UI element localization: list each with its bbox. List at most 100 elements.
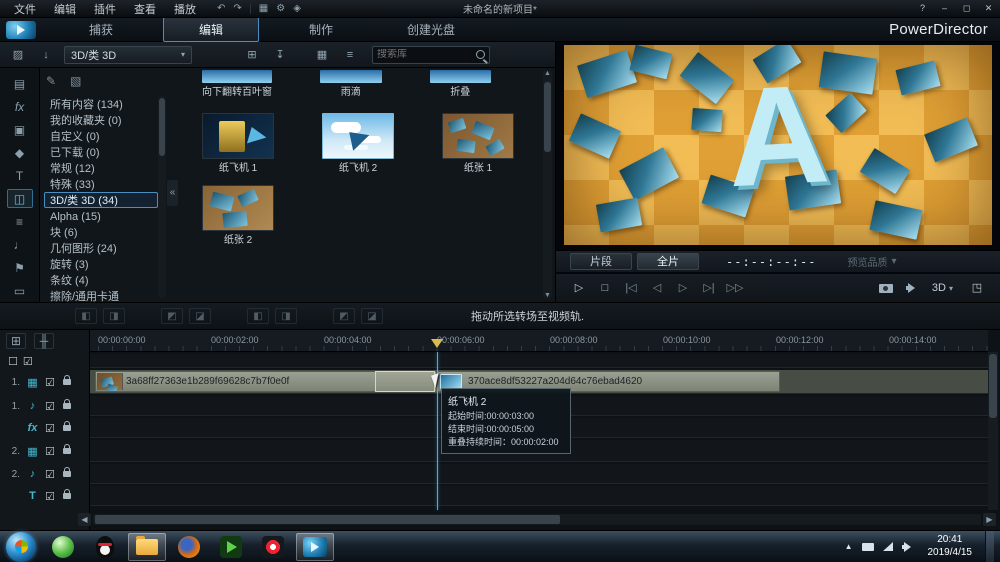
effect-room-icon[interactable]: fx	[7, 97, 33, 116]
lock-icon[interactable]	[62, 444, 71, 454]
title-room-icon[interactable]: T	[7, 166, 33, 185]
grid-view-icon[interactable]: ▦	[312, 47, 332, 63]
taskbar-explorer-icon[interactable]	[128, 532, 166, 561]
lock-icon[interactable]	[62, 399, 71, 409]
transition-item[interactable]: 向下翻转百叶窗	[202, 70, 272, 99]
apply-random-icon[interactable]: ◨	[275, 308, 297, 324]
fast-forward-button[interactable]: ▷▷	[724, 279, 746, 298]
clip-mode-button[interactable]: 片段	[570, 253, 632, 270]
track-manager-icon[interactable]: ⊞	[6, 333, 26, 349]
import-file-icon[interactable]: ↧	[270, 47, 290, 63]
scroll-up-icon[interactable]: ▲	[544, 70, 551, 77]
3d-mode-dropdown[interactable]: 3D ▾	[932, 282, 953, 294]
tray-volume-icon[interactable]	[901, 541, 915, 552]
overlap-transition-icon[interactable]: ◨	[103, 308, 125, 324]
tab-capture[interactable]: 捕获	[53, 18, 149, 41]
taskbar-browser-icon[interactable]	[44, 533, 82, 561]
next-clip-button[interactable]: ▷|	[698, 279, 720, 298]
select-all-checkbox[interactable]: ☐	[8, 355, 18, 368]
undock-window-icon[interactable]: ◳	[966, 279, 988, 298]
menu-plugins[interactable]: 插件	[85, 0, 125, 18]
scroll-right-icon[interactable]: ▶	[983, 513, 996, 526]
audio-track2-lane[interactable]	[90, 464, 988, 484]
voiceover-room-icon[interactable]: ♩	[7, 235, 33, 254]
timeline-ruler[interactable]: 00:00:00:00 00:00:02:00 00:00:04:00 00:0…	[90, 330, 988, 352]
taskbar-powerdirector-icon[interactable]	[296, 532, 334, 561]
tab-create-disc[interactable]: 创建光盘	[383, 18, 479, 41]
dual-display-icon[interactable]: ▦	[259, 3, 268, 14]
taskbar-clock[interactable]: 20:41 2019/4/15	[924, 534, 977, 559]
lock-icon[interactable]	[62, 375, 71, 385]
scrollbar-thumb[interactable]	[159, 98, 165, 156]
taskbar-firefox-icon[interactable]	[170, 533, 208, 561]
modify-transition-icon[interactable]: ◪	[361, 308, 383, 324]
show-desktop-button[interactable]	[985, 530, 994, 562]
settings-gear-icon[interactable]: ⚙	[276, 3, 285, 14]
grid-scrollbar[interactable]: ▲ ▼	[543, 70, 552, 299]
menu-view[interactable]: 查看	[125, 0, 165, 18]
transition-clip-thumbnail[interactable]	[440, 374, 462, 389]
undo-icon[interactable]: ↶	[217, 3, 225, 14]
track-enable-checkbox[interactable]: ☑	[45, 376, 55, 389]
list-view-icon[interactable]: ≡	[340, 47, 360, 63]
range-select-checkbox[interactable]: ☑	[23, 355, 33, 368]
category-custom[interactable]: 自定义 (0)	[44, 128, 158, 144]
category-wipe[interactable]: 擦除/通用卡通	[44, 288, 158, 302]
search-input[interactable]	[377, 49, 476, 60]
tab-produce[interactable]: 制作	[273, 18, 369, 41]
snap-toggle-icon[interactable]: ╫	[34, 333, 54, 349]
scroll-down-icon[interactable]: ▼	[544, 292, 551, 299]
category-favorites[interactable]: 我的收藏夹 (0)	[44, 112, 158, 128]
category-block[interactable]: 块 (6)	[44, 224, 158, 240]
network-icon[interactable]	[882, 542, 893, 551]
scrollbar-thumb[interactable]	[989, 354, 997, 418]
track-enable-checkbox[interactable]: ☑	[45, 468, 55, 481]
lock-icon[interactable]	[62, 489, 71, 499]
start-button[interactable]	[6, 531, 36, 562]
palette-icon[interactable]: ▧	[70, 74, 81, 88]
category-downloaded[interactable]: 已下载 (0)	[44, 144, 158, 160]
download-icon[interactable]: ↓	[36, 47, 56, 63]
postfix-transition-icon[interactable]: ◪	[189, 308, 211, 324]
track-enable-checkbox[interactable]: ☑	[45, 490, 55, 503]
search-icon[interactable]	[476, 50, 485, 59]
preview-quality-dropdown[interactable]: 预览品质 ▾	[847, 254, 896, 269]
category-general[interactable]: 常规 (12)	[44, 160, 158, 176]
scrollbar-thumb[interactable]	[95, 515, 560, 524]
category-special[interactable]: 特殊 (33)	[44, 176, 158, 192]
category-3d[interactable]: 3D/类 3D (34)	[44, 192, 158, 208]
category-geometry[interactable]: 几何图形 (24)	[44, 240, 158, 256]
taskbar-player-icon[interactable]	[212, 533, 250, 561]
snapshot-camera-icon[interactable]	[878, 283, 893, 293]
input-method-icon[interactable]	[861, 542, 874, 551]
hidden-icons-chevron[interactable]: ▲	[845, 542, 853, 551]
taskbar-qq-icon[interactable]	[86, 533, 124, 561]
magic-tools-icon[interactable]: ◈	[293, 3, 301, 14]
preview-timecode[interactable]: --:--:--:--	[726, 255, 816, 269]
track-enable-checkbox[interactable]: ☑	[45, 400, 55, 413]
title-track-lane[interactable]	[90, 486, 988, 506]
pip-room-icon[interactable]: ▣	[7, 120, 33, 139]
stop-button[interactable]: □	[594, 279, 616, 298]
transition-item[interactable]: 纸飞机 1	[202, 113, 274, 175]
category-filter-dropdown[interactable]: 3D/类 3D ▾	[64, 45, 192, 64]
menu-file[interactable]: 文件	[5, 0, 45, 18]
tab-edit[interactable]: 编辑	[163, 17, 259, 42]
previous-clip-button[interactable]: |◁	[620, 279, 642, 298]
category-alpha[interactable]: Alpha (15)	[44, 208, 158, 224]
subtitle-room-icon[interactable]: ▭	[7, 281, 33, 300]
play-button[interactable]: ▷	[568, 279, 590, 298]
playhead-marker[interactable]	[431, 339, 443, 348]
transition-item[interactable]: 折叠	[429, 70, 491, 99]
track-enable-checkbox[interactable]: ☑	[45, 445, 55, 458]
movie-mode-button[interactable]: 全片	[637, 253, 699, 270]
maximize-button[interactable]: ◻	[960, 3, 973, 14]
audio-mixing-room-icon[interactable]: ≡	[7, 212, 33, 231]
scrollbar-track[interactable]	[93, 514, 981, 525]
lock-icon[interactable]	[62, 421, 71, 431]
prefix-transition-icon[interactable]: ◩	[161, 308, 183, 324]
menu-edit[interactable]: 编辑	[45, 0, 85, 18]
menu-play[interactable]: 播放	[165, 0, 205, 18]
minimize-button[interactable]: –	[938, 3, 951, 14]
scroll-left-icon[interactable]: ◀	[78, 513, 91, 526]
